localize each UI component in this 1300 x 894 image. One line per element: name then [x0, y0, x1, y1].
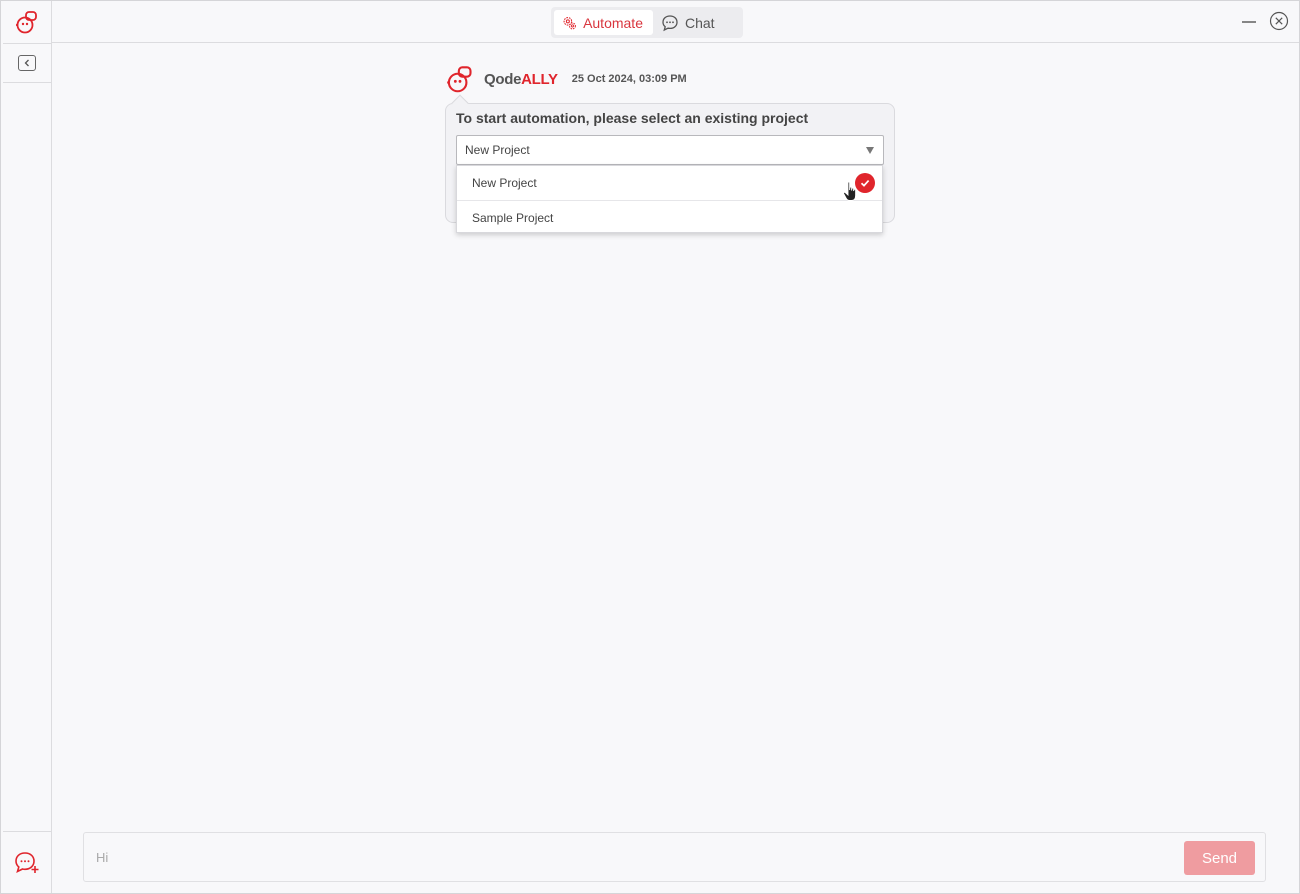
close-button[interactable] — [1269, 11, 1289, 31]
dropdown-arrow-icon — [866, 147, 874, 154]
message-input[interactable] — [85, 834, 1175, 880]
brand-name: QodeALLY — [484, 71, 558, 88]
collapse-sidebar-button[interactable] — [18, 55, 36, 71]
minimize-icon — [1242, 21, 1256, 23]
chat-bubble-icon — [662, 14, 678, 31]
tab-chat[interactable]: Chat — [653, 10, 735, 35]
selected-check-icon — [855, 173, 875, 193]
project-dropdown-menu: New Project Sample Project — [456, 165, 883, 233]
message-composer: Send — [83, 832, 1266, 882]
dropdown-option-label: Sample Project — [472, 210, 554, 225]
tab-chat-label: Chat — [685, 14, 715, 31]
new-chat-icon — [15, 851, 39, 873]
dropdown-option-new-project[interactable]: New Project — [457, 166, 882, 200]
send-button[interactable]: Send — [1184, 841, 1255, 875]
tab-automate-label: Automate — [583, 14, 643, 31]
tab-automate[interactable]: Automate — [554, 10, 653, 35]
project-select-value: New Project — [465, 143, 530, 157]
window-controls — [1239, 11, 1289, 31]
brand-name-part2: ALLY — [521, 70, 558, 88]
message-header: QodeALLY 25 Oct 2024, 03:09 PM — [446, 65, 687, 93]
sidebar — [3, 1, 52, 893]
mode-switch: Automate Chat — [551, 7, 743, 38]
collapse-sidebar-cell — [3, 43, 51, 83]
close-icon — [1269, 11, 1289, 31]
sidebar-logo[interactable] — [3, 1, 51, 43]
dropdown-option-sample-project[interactable]: Sample Project — [457, 200, 882, 234]
new-chat-button[interactable] — [3, 831, 51, 893]
automate-gear-icon — [563, 16, 576, 29]
project-select[interactable]: New Project — [456, 135, 884, 165]
minimize-button[interactable] — [1239, 11, 1259, 31]
chevron-left-icon — [24, 59, 29, 67]
message-prompt: To start automation, please select an ex… — [456, 110, 809, 126]
qodeally-avatar-icon — [447, 66, 472, 93]
brand-name-part1: Qode — [484, 70, 522, 88]
app-window: Automate Chat QodeALLY 25 Oct 2024, 03:0… — [0, 0, 1300, 894]
top-bar: Automate Chat — [52, 1, 1299, 43]
qodeally-logo-icon — [16, 11, 37, 34]
dropdown-option-label: New Project — [472, 176, 537, 190]
message-timestamp: 25 Oct 2024, 03:09 PM — [571, 73, 687, 85]
